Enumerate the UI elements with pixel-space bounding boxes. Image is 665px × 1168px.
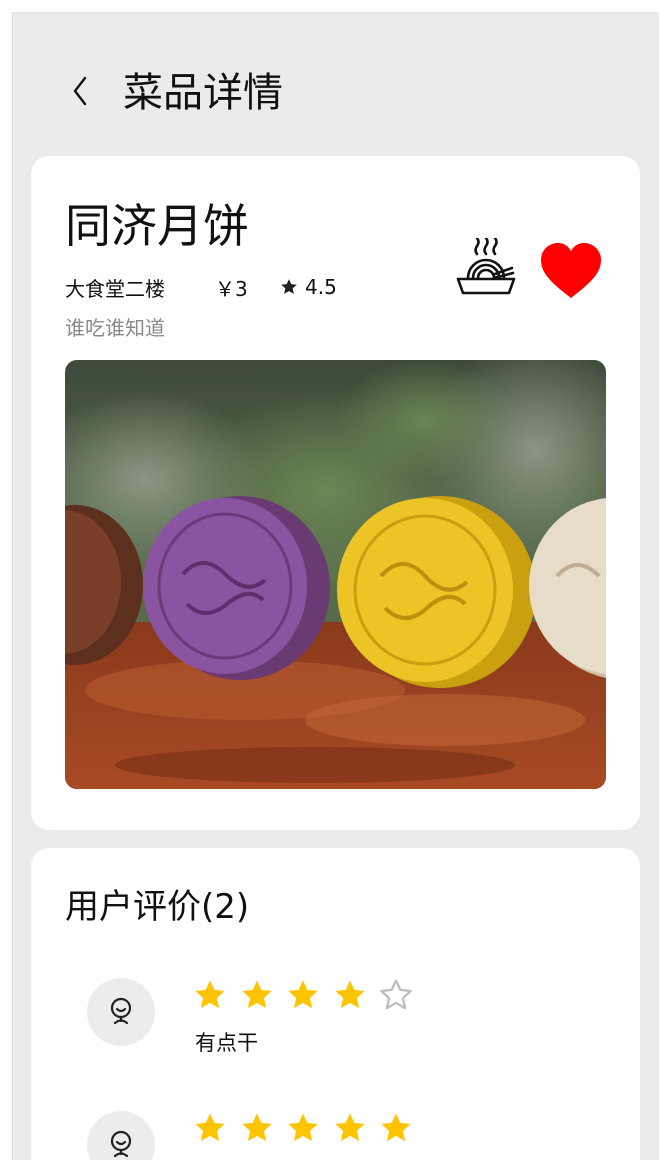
review-item: 有点干 [31,978,640,1088]
review-item [31,1111,640,1160]
star-filled-icon [334,1113,365,1142]
chevron-left-icon [73,76,87,106]
dish-location: 大食堂二楼 [65,276,165,301]
dish-info-card: 同济月饼 大食堂二楼 ￥3 4.5 谁吃谁知道 [31,156,640,830]
mooncake-photo [65,360,606,789]
dish-rating: 4.5 [279,275,337,299]
page-title: 菜品详情 [123,70,283,116]
avatar [87,978,155,1046]
noodle-bowl-icon [456,236,516,295]
review-text: 有点干 [195,1031,258,1055]
star-filled-icon [195,1113,225,1142]
dish-description: 谁吃谁知道 [65,316,165,340]
dish-meta: 大食堂二楼 ￥3 4.5 [65,272,337,302]
noodle-bowl-button[interactable] [455,236,517,302]
star-filled-icon [288,1113,318,1142]
heart-icon [541,243,601,298]
rating-value: 4.5 [305,275,337,299]
dish-price: ￥3 [215,276,248,301]
app-frame: 菜品详情 同济月饼 大食堂二楼 ￥3 4.5 谁吃谁知道 用户评价(2) 有点干 [12,12,659,1160]
star-filled-icon [241,1113,272,1142]
back-button[interactable] [63,69,99,113]
reviews-card: 用户评价(2) 有点干 [31,848,640,1160]
star-filled-icon [241,980,272,1009]
star-empty-icon [380,979,412,1010]
favorite-button[interactable] [539,242,603,300]
avatar [87,1111,155,1160]
dish-photo [65,360,606,789]
rating-stars [193,1111,426,1145]
user-avatar-icon [110,1130,132,1158]
star-filled-icon [381,1113,411,1142]
star-icon [281,279,297,294]
user-avatar-icon [110,997,132,1025]
rating-stars [193,978,426,1012]
dish-name: 同济月饼 [65,199,249,253]
star-filled-icon [334,980,365,1009]
reviews-heading: 用户评价(2) [65,887,250,927]
star-filled-icon [195,980,225,1009]
star-filled-icon [288,980,318,1009]
top-bar: 菜品详情 [13,13,659,153]
